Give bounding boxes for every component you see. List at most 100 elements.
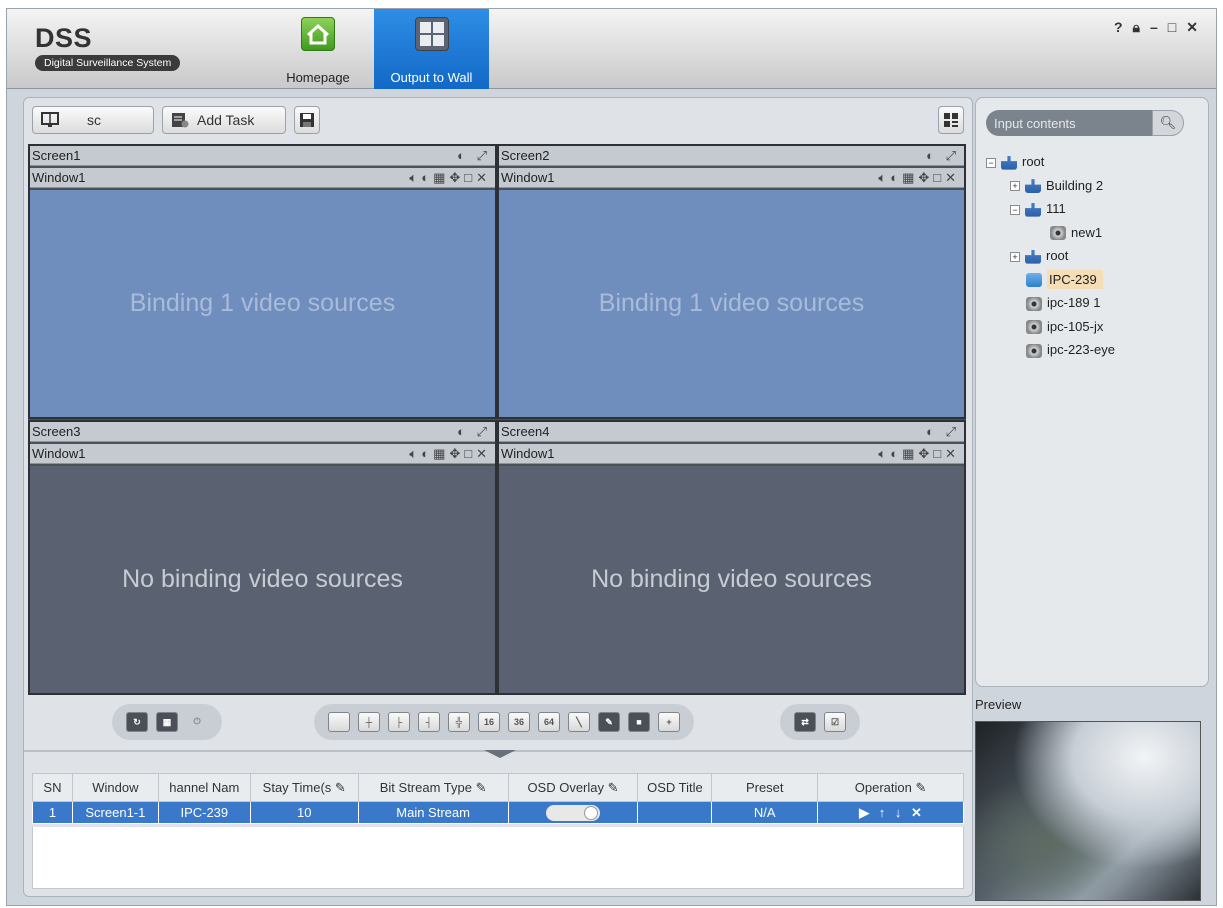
camera-icon — [1026, 343, 1042, 358]
tree-node-building[interactable]: + Building 2 — [986, 174, 1115, 198]
screen-controls[interactable]: ◐ ⤢ — [926, 146, 960, 165]
play-icon[interactable]: ▶︎ — [859, 805, 869, 821]
column-header[interactable]: Operation ✎ — [817, 773, 964, 802]
column-header[interactable]: OSD Overlay ✎ — [507, 773, 639, 802]
video-wall-icon — [414, 17, 449, 51]
custom-layout-icon[interactable]: ╲ — [568, 712, 590, 732]
cell-operation: ▶︎ ↑ ↓ ✕ — [817, 801, 964, 824]
toolbar: sc Add Task — [32, 106, 964, 138]
swap-icon[interactable]: ⇄ — [794, 712, 816, 732]
collapse-icon[interactable]: − — [1010, 204, 1020, 215]
cell-preset[interactable]: N/A — [711, 801, 819, 824]
device-tree: − root + Building 2 −111 new1 + root IPC-23… — [986, 150, 1115, 362]
osd-overlay-toggle[interactable] — [545, 804, 600, 821]
app-window: DSS Digital Surveillance System Homepage… — [6, 8, 1217, 906]
window-title-bar: Window1 🔈︎◐▦✥□✕ — [30, 168, 495, 188]
screen-2[interactable]: Screen2 ◐ ⤢ Window1 🔈︎◐▦✥□✕ Binding 1 vide… — [497, 144, 966, 419]
edit-pencil-icon[interactable]: ✎ — [604, 780, 619, 795]
column-header[interactable]: Stay Time(s ✎ — [249, 773, 359, 802]
search-icon[interactable]: 🔍︎ — [1152, 110, 1184, 136]
layout-strip: ↻ ▦ ⏻ ┼ ├ ┤ ╬ 16 36 64 ╲ ✎ ■ + ⇄ ☑ — [24, 704, 972, 742]
tree-node-camera-selected[interactable]: IPC-239 — [986, 268, 1115, 292]
cell-osd-title[interactable] — [637, 801, 713, 824]
layout-4-icon[interactable]: ┼ — [358, 712, 380, 732]
tab-output-to-wall[interactable]: Output to Wall — [374, 9, 489, 89]
delete-icon[interactable]: ✕ — [911, 805, 922, 821]
camera-online-icon — [1026, 273, 1042, 288]
tree-node-camera[interactable]: new1 — [986, 221, 1115, 245]
split-window-icon[interactable]: ▦ — [156, 712, 178, 732]
add-task-button[interactable]: Add Task — [162, 106, 286, 134]
move-down-icon[interactable]: ↓ — [895, 805, 902, 820]
layout-toggle-button[interactable] — [938, 106, 964, 134]
tree-node-group[interactable]: + root — [986, 244, 1115, 268]
cell-stay-time[interactable]: 10 — [249, 801, 359, 824]
screen-1[interactable]: Screen1 ◐ ⤢ Window1 🔈︎◐▦✥□✕ Binding 1 vide… — [28, 144, 497, 419]
window-controls-icons[interactable]: 🔈︎◐▦✥□✕ — [878, 168, 960, 187]
window-controls-icons[interactable]: 🔈︎◐▦✥□✕ — [878, 444, 960, 463]
screen-controls[interactable]: ◐ ⤢ — [457, 422, 491, 441]
tree-node-camera[interactable]: ipc-223-eye — [986, 338, 1115, 362]
collapse-icon[interactable]: − — [986, 157, 996, 168]
task-table: SN Window hannel Nam Stay Time(s ✎ Bit S… — [32, 773, 964, 824]
screen-title-bar: Screen3 ◐ ⤢ — [30, 422, 495, 442]
column-header[interactable]: Bit Stream Type ✎ — [357, 773, 509, 802]
tree-node-group[interactable]: −111 — [986, 197, 1115, 221]
save-button[interactable] — [294, 106, 320, 134]
search-input[interactable] — [986, 110, 1152, 136]
cell-bit-stream[interactable]: Main Stream — [357, 801, 509, 824]
screen-controls[interactable]: ◐ ⤢ — [926, 422, 960, 441]
minimize-icon[interactable]: – — [1150, 19, 1168, 35]
window-video-area[interactable]: No binding video sources — [499, 466, 964, 693]
tree-node-root[interactable]: − root — [986, 150, 1115, 174]
layout-36-icon[interactable]: 36 — [508, 712, 530, 732]
window-video-area[interactable]: Binding 1 video sources — [30, 190, 495, 417]
refresh-wall-icon[interactable]: ↻ — [126, 712, 148, 732]
collapse-arrow-icon[interactable] — [484, 750, 516, 758]
layout-9-icon[interactable]: ╬ — [448, 712, 470, 732]
screen-4[interactable]: Screen4 ◐ ⤢ Window1 🔈︎◐▦✥□✕ No binding vid… — [497, 420, 966, 695]
screen-title-bar: Screen4 ◐ ⤢ — [499, 422, 964, 442]
edit-pencil-icon[interactable]: ✎ — [472, 780, 487, 795]
table-row[interactable]: 1 Screen1-1 IPC-239 10 Main Stream N/A ▶… — [32, 801, 964, 824]
screen-controls[interactable]: ◐ ⤢ — [457, 146, 491, 165]
device-tree-panel: 🔍︎ −root +Building 2 −111 new1 +root IPC… — [975, 97, 1209, 687]
add-window-icon[interactable]: + — [658, 712, 680, 732]
clear-brush-icon[interactable]: ✎ — [598, 712, 620, 732]
wall-select-button[interactable]: sc — [32, 106, 154, 134]
title-bar: DSS Digital Surveillance System Homepage… — [7, 9, 1216, 89]
window-controls-icons[interactable]: 🔈︎◐▦✥□✕ — [409, 168, 491, 187]
home-icon — [301, 17, 335, 51]
screen-title-bar: Screen2 ◐ ⤢ — [499, 146, 964, 166]
edit-pencil-icon[interactable]: ✎ — [912, 780, 926, 795]
layout-16-icon[interactable]: 16 — [478, 712, 500, 732]
close-icon[interactable]: ✕ — [1186, 19, 1208, 35]
lock-icon[interactable]: 🔒︎ — [1133, 19, 1150, 35]
window-video-area[interactable]: Binding 1 video sources — [499, 190, 964, 417]
video-wall: Screen1 ◐ ⤢ Window1 🔈︎◐▦✥□✕ Binding 1 vide… — [28, 144, 966, 695]
power-icon[interactable]: ⏻ — [186, 712, 208, 732]
screen-3[interactable]: Screen3 ◐ ⤢ Window1 🔈︎◐▦✥□✕ No binding vid… — [28, 420, 497, 695]
expand-icon[interactable]: + — [1010, 251, 1020, 262]
window-controls: ?🔒︎–□✕ — [1114, 19, 1208, 36]
help-icon[interactable]: ? — [1114, 19, 1133, 35]
window-controls-icons[interactable]: 🔈︎◐▦✥□✕ — [409, 444, 491, 463]
layout-64-icon[interactable]: 64 — [538, 712, 560, 732]
tree-node-camera[interactable]: ipc-105-jx — [986, 315, 1115, 339]
fullscreen-icon[interactable]: ■ — [628, 712, 650, 732]
tab-output-to-wall-label: Output to Wall — [390, 70, 473, 85]
layout-8-icon[interactable]: ┤ — [418, 712, 440, 732]
tree-node-camera[interactable]: ipc-189 1 — [986, 291, 1115, 315]
layout-6-icon[interactable]: ├ — [388, 712, 410, 732]
edit-pencil-icon[interactable]: ✎ — [331, 780, 346, 795]
maximize-icon[interactable]: □ — [1168, 19, 1186, 35]
select-all-icon[interactable]: ☑ — [824, 712, 846, 732]
preview-video[interactable] — [975, 721, 1201, 901]
layout-1-icon[interactable] — [328, 712, 350, 732]
table-header-row: SN Window hannel Nam Stay Time(s ✎ Bit S… — [32, 773, 964, 802]
brand-subtitle: Digital Surveillance System — [35, 55, 181, 71]
expand-icon[interactable]: + — [1010, 181, 1020, 192]
move-up-icon[interactable]: ↑ — [879, 805, 886, 820]
window-video-area[interactable]: No binding video sources — [30, 466, 495, 693]
tab-homepage[interactable]: Homepage — [275, 9, 361, 89]
